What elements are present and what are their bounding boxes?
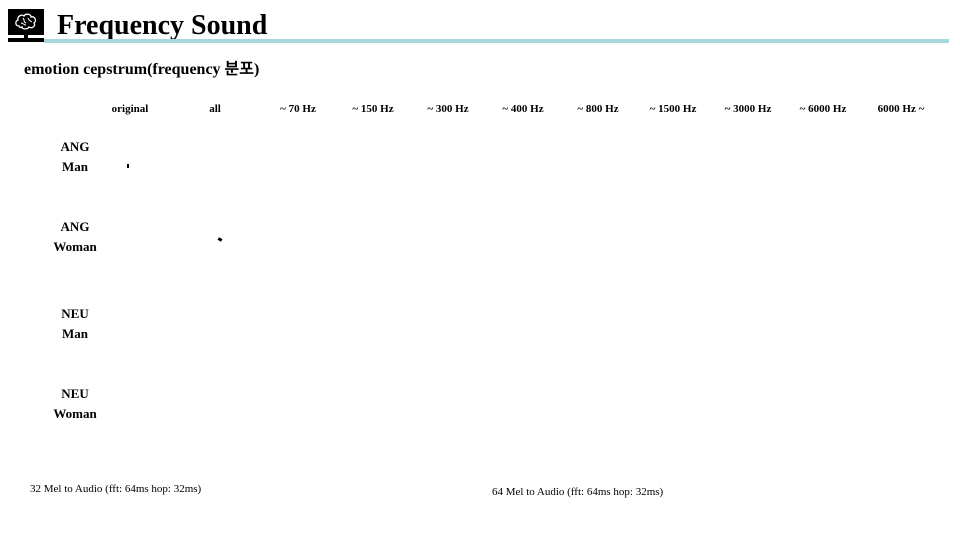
- image-placeholder-mark: [127, 164, 129, 168]
- footnote-64-mel: 64 Mel to Audio (fft: 64ms hop: 32ms): [492, 486, 664, 498]
- title-underline: [44, 39, 949, 43]
- image-placeholder-mark: [217, 237, 223, 242]
- column-header: ~ 1500 Hz: [649, 103, 697, 115]
- row-label: ANG Man: [40, 137, 110, 177]
- column-header: all: [209, 103, 221, 115]
- row-label: NEU Man: [40, 304, 110, 344]
- column-header: 6000 Hz ~: [877, 103, 925, 115]
- row-label: ANG Woman: [40, 217, 110, 257]
- column-header: ~ 6000 Hz: [799, 103, 847, 115]
- column-header: ~ 150 Hz: [352, 103, 394, 115]
- column-header: original: [111, 103, 149, 115]
- column-header: ~ 70 Hz: [280, 103, 316, 115]
- row-gender: Woman: [53, 406, 97, 421]
- row-emotion: NEU: [61, 386, 89, 401]
- column-header: ~ 300 Hz: [427, 103, 469, 115]
- column-header: ~ 800 Hz: [577, 103, 619, 115]
- section-subtitle: emotion cepstrum(frequency 분포): [24, 61, 260, 78]
- footnote-32-mel: 32 Mel to Audio (fft: 64ms hop: 32ms): [30, 483, 202, 495]
- column-header: ~ 3000 Hz: [724, 103, 772, 115]
- row-gender: Woman: [53, 239, 97, 254]
- row-label: NEU Woman: [40, 384, 110, 424]
- row-emotion: NEU: [61, 306, 89, 321]
- row-gender: Man: [62, 326, 88, 341]
- row-gender: Man: [62, 159, 88, 174]
- row-emotion: ANG: [60, 139, 90, 154]
- brain-monitor-icon: [8, 9, 44, 43]
- column-header: ~ 400 Hz: [502, 103, 544, 115]
- row-emotion: ANG: [60, 219, 90, 234]
